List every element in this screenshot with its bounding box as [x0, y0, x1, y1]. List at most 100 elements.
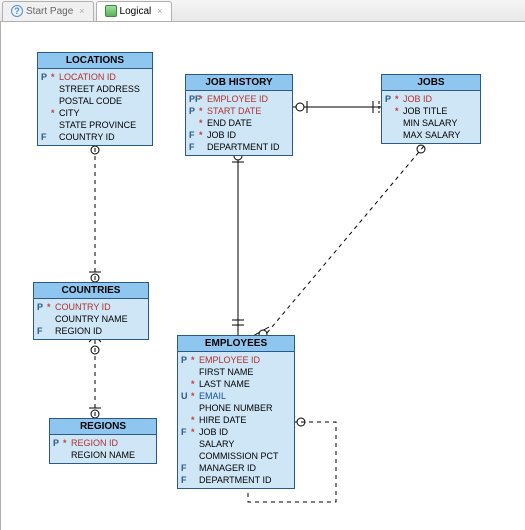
attribute-key: * [189, 117, 207, 129]
attribute-name: REGION ID [55, 325, 102, 337]
attribute-key: PF* [189, 93, 207, 105]
attribute-row: STATE PROVINCE [41, 119, 149, 131]
attribute-name: POSTAL CODE [59, 95, 122, 107]
help-icon: ? [11, 5, 23, 17]
attribute-row: *CITY [41, 107, 149, 119]
entity-body: P*LOCATION IDSTREET ADDRESSPOSTAL CODE*C… [38, 69, 152, 145]
attribute-name: DEPARTMENT ID [207, 141, 280, 153]
tab-logical[interactable]: Logical × [96, 1, 172, 21]
attribute-name: PHONE NUMBER [199, 402, 273, 414]
attribute-name: STATE PROVINCE [59, 119, 136, 131]
attribute-key: * [41, 107, 59, 119]
attribute-key: P* [189, 105, 207, 117]
attribute-row: F*JOB ID [181, 426, 291, 438]
attribute-name: LOCATION ID [59, 71, 116, 83]
attribute-key: F [37, 325, 55, 337]
attribute-name: MAX SALARY [403, 129, 460, 141]
attribute-name: EMPLOYEE ID [207, 93, 268, 105]
entity-body: P*EMPLOYEE IDFIRST NAME*LAST NAMEU*EMAIL… [178, 352, 294, 488]
attribute-name: MANAGER ID [199, 462, 256, 474]
close-icon[interactable]: × [157, 6, 162, 16]
entity-body: PF*EMPLOYEE IDP*START DATE*END DATEF*JOB… [186, 91, 292, 155]
entity-locations[interactable]: LOCATIONS P*LOCATION IDSTREET ADDRESSPOS… [37, 52, 153, 146]
close-icon[interactable]: × [79, 6, 84, 16]
attribute-row: P*LOCATION ID [41, 71, 149, 83]
entity-title: JOB HISTORY [186, 75, 292, 91]
attribute-row: POSTAL CODE [41, 95, 149, 107]
attribute-row: PHONE NUMBER [181, 402, 291, 414]
entity-title: JOBS [382, 75, 480, 91]
entity-employees[interactable]: EMPLOYEES P*EMPLOYEE IDFIRST NAME*LAST N… [177, 335, 295, 489]
attribute-row: P*REGION ID [53, 437, 153, 449]
attribute-name: EMPLOYEE ID [199, 354, 260, 366]
attribute-row: FDEPARTMENT ID [181, 474, 291, 486]
attribute-row: STREET ADDRESS [41, 83, 149, 95]
attribute-name: START DATE [207, 105, 261, 117]
attribute-key: P* [385, 93, 403, 105]
attribute-name: MIN SALARY [403, 117, 457, 129]
attribute-row: *HIRE DATE [181, 414, 291, 426]
tab-start-page[interactable]: ? Start Page × [2, 1, 94, 21]
attribute-row: PF*EMPLOYEE ID [189, 93, 289, 105]
attribute-row: FCOUNTRY ID [41, 131, 149, 143]
attribute-name: STREET ADDRESS [59, 83, 140, 95]
attribute-row: U*EMAIL [181, 390, 291, 402]
attribute-row: FIRST NAME [181, 366, 291, 378]
attribute-row: P*EMPLOYEE ID [181, 354, 291, 366]
attribute-name: REGION ID [71, 437, 118, 449]
attribute-name: JOB ID [403, 93, 432, 105]
attribute-key: U* [181, 390, 199, 402]
attribute-key: P* [181, 354, 199, 366]
attribute-key: * [385, 105, 403, 117]
attribute-key: P* [53, 437, 71, 449]
attribute-name: CITY [59, 107, 80, 119]
attribute-name: FIRST NAME [199, 366, 253, 378]
entity-title: REGIONS [50, 419, 156, 435]
entity-body: P*REGION IDREGION NAME [50, 435, 156, 463]
attribute-name: COMMISSION PCT [199, 450, 279, 462]
entity-countries[interactable]: COUNTRIES P*COUNTRY IDCOUNTRY NAMEFREGIO… [33, 282, 149, 340]
attribute-key: * [181, 414, 199, 426]
attribute-name: HIRE DATE [199, 414, 246, 426]
attribute-key: F* [181, 426, 199, 438]
attribute-name: LAST NAME [199, 378, 250, 390]
attribute-name: END DATE [207, 117, 252, 129]
entity-jobs[interactable]: JOBS P*JOB ID*JOB TITLEMIN SALARYMAX SAL… [381, 74, 481, 144]
entity-regions[interactable]: REGIONS P*REGION IDREGION NAME [49, 418, 157, 464]
diagram-canvas[interactable]: LOCATIONS P*LOCATION IDSTREET ADDRESSPOS… [0, 22, 525, 530]
entity-job-history[interactable]: JOB HISTORY PF*EMPLOYEE IDP*START DATE*E… [185, 74, 293, 156]
attribute-row: FDEPARTMENT ID [189, 141, 289, 153]
attribute-row: *JOB TITLE [385, 105, 477, 117]
attribute-key: F* [189, 129, 207, 141]
attribute-key: F [181, 474, 199, 486]
attribute-key: P* [37, 301, 55, 313]
tab-label: Start Page [26, 6, 73, 17]
attribute-key: * [181, 378, 199, 390]
entity-title: COUNTRIES [34, 283, 148, 299]
attribute-row: P*JOB ID [385, 93, 477, 105]
attribute-row: FMANAGER ID [181, 462, 291, 474]
attribute-key: F [181, 462, 199, 474]
attribute-name: REGION NAME [71, 449, 135, 461]
entity-body: P*JOB ID*JOB TITLEMIN SALARYMAX SALARY [382, 91, 480, 143]
attribute-name: JOB ID [207, 129, 236, 141]
diagram-icon [105, 5, 117, 17]
attribute-name: COUNTRY NAME [55, 313, 128, 325]
attribute-name: JOB TITLE [403, 105, 447, 117]
attribute-row: P*COUNTRY ID [37, 301, 145, 313]
entity-title: LOCATIONS [38, 53, 152, 69]
attribute-key: F [41, 131, 59, 143]
entity-body: P*COUNTRY IDCOUNTRY NAMEFREGION ID [34, 299, 148, 339]
attribute-row: FREGION ID [37, 325, 145, 337]
attribute-row: REGION NAME [53, 449, 153, 461]
attribute-row: SALARY [181, 438, 291, 450]
attribute-name: EMAIL [199, 390, 226, 402]
attribute-row: P*START DATE [189, 105, 289, 117]
entity-title: EMPLOYEES [178, 336, 294, 352]
attribute-row: F*JOB ID [189, 129, 289, 141]
attribute-row: MAX SALARY [385, 129, 477, 141]
attribute-row: COMMISSION PCT [181, 450, 291, 462]
tab-bar: ? Start Page × Logical × [0, 0, 525, 22]
attribute-row: MIN SALARY [385, 117, 477, 129]
attribute-key: P* [41, 71, 59, 83]
